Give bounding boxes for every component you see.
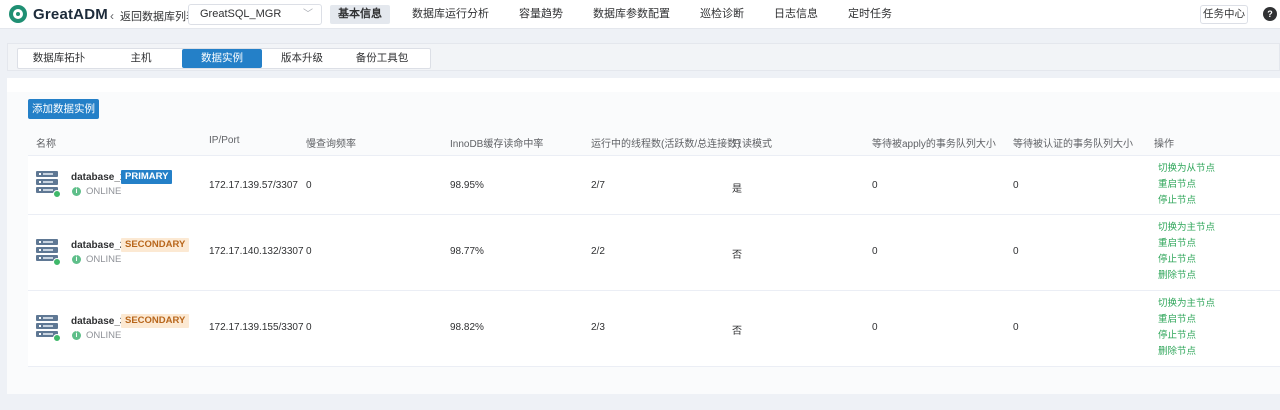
chevron-left-icon: ‹: [110, 9, 114, 23]
status-text: ONLINE: [86, 330, 122, 341]
table-row: database_1 PRIMARY i ONLINE 172.17.139.5…: [28, 156, 1280, 215]
stop-node-link[interactable]: 停止节点: [1158, 193, 1215, 209]
table-row: database_3 SECONDARY i ONLINE 172.17.139…: [28, 291, 1280, 367]
switch-to-primary-link[interactable]: 切换为主节点: [1158, 296, 1215, 312]
read-only: 否: [732, 326, 742, 337]
row-actions: 切换为主节点 重启节点 停止节点 删除节点: [1158, 296, 1215, 360]
nav-param-config[interactable]: 数据库参数配置: [585, 5, 678, 24]
help-icon[interactable]: ?: [1263, 7, 1277, 21]
table-header: 名称 IP/Port 慢查询频率 InnoDB缓存读命中率 运行中的线程数(活跃…: [28, 130, 1280, 156]
slow-query: 0: [306, 180, 312, 191]
hit-rate: 98.82%: [450, 322, 484, 333]
instance-status: i ONLINE: [72, 254, 121, 265]
ip-port: 172.17.139.155/3307: [209, 322, 304, 333]
instance-name[interactable]: database_1: [71, 172, 125, 183]
switch-to-primary-link[interactable]: 切换为主节点: [1158, 220, 1215, 236]
status-text: ONLINE: [86, 186, 122, 197]
ip-port: 172.17.140.132/3307: [209, 246, 304, 257]
back-label: 返回数据库列表: [120, 11, 197, 23]
database-select[interactable]: GreatSQL_MGR ﹀: [188, 4, 322, 25]
row-actions: 切换为从节点 重启节点 停止节点: [1158, 161, 1215, 209]
tab-group: 数据库拓扑 主机 数据实例 版本升级 备份工具包: [17, 48, 431, 69]
tab-backup-toolkit[interactable]: 备份工具包: [342, 49, 422, 68]
certify-queue: 0: [1013, 180, 1019, 191]
nav-runtime-analysis[interactable]: 数据库运行分析: [404, 5, 497, 24]
col-name: 名称: [36, 139, 56, 150]
info-icon: i: [72, 255, 81, 264]
status-text: ONLINE: [86, 254, 122, 265]
row-actions: 切换为主节点 重启节点 停止节点 删除节点: [1158, 220, 1215, 284]
threads: 2/7: [591, 180, 605, 191]
nav-basic-info[interactable]: 基本信息: [330, 5, 390, 24]
nav-capacity-trend[interactable]: 容量趋势: [511, 5, 571, 24]
role-badge: SECONDARY: [121, 314, 190, 328]
certify-queue: 0: [1013, 246, 1019, 257]
instances-table: 名称 IP/Port 慢查询频率 InnoDB缓存读命中率 运行中的线程数(活跃…: [28, 130, 1280, 367]
slow-query: 0: [306, 322, 312, 333]
col-hit-rate: InnoDB缓存读命中率: [450, 139, 544, 150]
col-threads: 运行中的线程数(活跃数/总连接数): [591, 139, 741, 150]
col-slow-query: 慢查询频率: [306, 139, 356, 150]
tab-db-topology[interactable]: 数据库拓扑: [18, 49, 100, 68]
task-center-button[interactable]: 任务中心: [1200, 5, 1248, 24]
threads: 2/3: [591, 322, 605, 333]
delete-node-link[interactable]: 删除节点: [1158, 268, 1215, 284]
server-icon: [36, 171, 61, 198]
certify-queue: 0: [1013, 322, 1019, 333]
stop-node-link[interactable]: 停止节点: [1158, 328, 1215, 344]
switch-to-replica-link[interactable]: 切换为从节点: [1158, 161, 1215, 177]
nav-inspection[interactable]: 巡检诊断: [692, 5, 752, 24]
slow-query: 0: [306, 246, 312, 257]
restart-node-link[interactable]: 重启节点: [1158, 177, 1215, 193]
tab-version-upgrade[interactable]: 版本升级: [262, 49, 342, 68]
read-only: 是: [732, 184, 742, 195]
hit-rate: 98.77%: [450, 246, 484, 257]
col-apply-queue: 等待被apply的事务队列大小: [872, 139, 996, 150]
apply-queue: 0: [872, 246, 878, 257]
server-icon: [36, 315, 61, 342]
table-row: database_2 SECONDARY i ONLINE 172.17.140…: [28, 215, 1280, 291]
col-certify-queue: 等待被认证的事务队列大小: [1013, 139, 1133, 150]
col-read-only: 只读模式: [732, 139, 772, 150]
col-actions: 操作: [1154, 139, 1174, 150]
ip-port: 172.17.139.57/3307: [209, 180, 298, 191]
role-badge: SECONDARY: [121, 238, 190, 252]
instance-name[interactable]: database_3: [71, 316, 125, 327]
logo-icon: [9, 5, 27, 23]
back-to-db-list-link[interactable]: ‹ 返回数据库列表: [110, 8, 197, 24]
app-logo[interactable]: GreatADM: [9, 5, 108, 23]
tab-data-instances[interactable]: 数据实例: [182, 49, 262, 68]
instances-panel: 添加数据实例 名称 IP/Port 慢查询频率 InnoDB缓存读命中率 运行中…: [7, 78, 1280, 394]
delete-node-link[interactable]: 删除节点: [1158, 344, 1215, 360]
nav-scheduled-tasks[interactable]: 定时任务: [840, 5, 900, 24]
sub-tab-bar: 数据库拓扑 主机 数据实例 版本升级 备份工具包: [7, 43, 1280, 71]
info-icon: i: [72, 331, 81, 340]
top-bar: GreatADM ‹ 返回数据库列表 GreatSQL_MGR ﹀ 基本信息 数…: [0, 0, 1280, 29]
instance-status: i ONLINE: [72, 186, 121, 197]
hit-rate: 98.95%: [450, 180, 484, 191]
app-name: GreatADM: [33, 5, 108, 23]
role-badge: PRIMARY: [121, 170, 173, 184]
nav-logs[interactable]: 日志信息: [766, 5, 826, 24]
instance-status: i ONLINE: [72, 330, 121, 341]
chevron-down-icon: ﹀: [303, 9, 313, 20]
apply-queue: 0: [872, 180, 878, 191]
add-instance-button[interactable]: 添加数据实例: [28, 99, 99, 119]
restart-node-link[interactable]: 重启节点: [1158, 312, 1215, 328]
top-nav: 基本信息 数据库运行分析 容量趋势 数据库参数配置 巡检诊断 日志信息 定时任务: [330, 5, 914, 24]
apply-queue: 0: [872, 322, 878, 333]
restart-node-link[interactable]: 重启节点: [1158, 236, 1215, 252]
threads: 2/2: [591, 246, 605, 257]
read-only: 否: [732, 250, 742, 261]
info-icon: i: [72, 187, 81, 196]
instance-name[interactable]: database_2: [71, 240, 125, 251]
database-select-value: GreatSQL_MGR: [200, 8, 282, 20]
col-ip-port: IP/Port: [209, 135, 240, 146]
stop-node-link[interactable]: 停止节点: [1158, 252, 1215, 268]
tab-hosts[interactable]: 主机: [100, 49, 182, 68]
server-icon: [36, 239, 61, 266]
